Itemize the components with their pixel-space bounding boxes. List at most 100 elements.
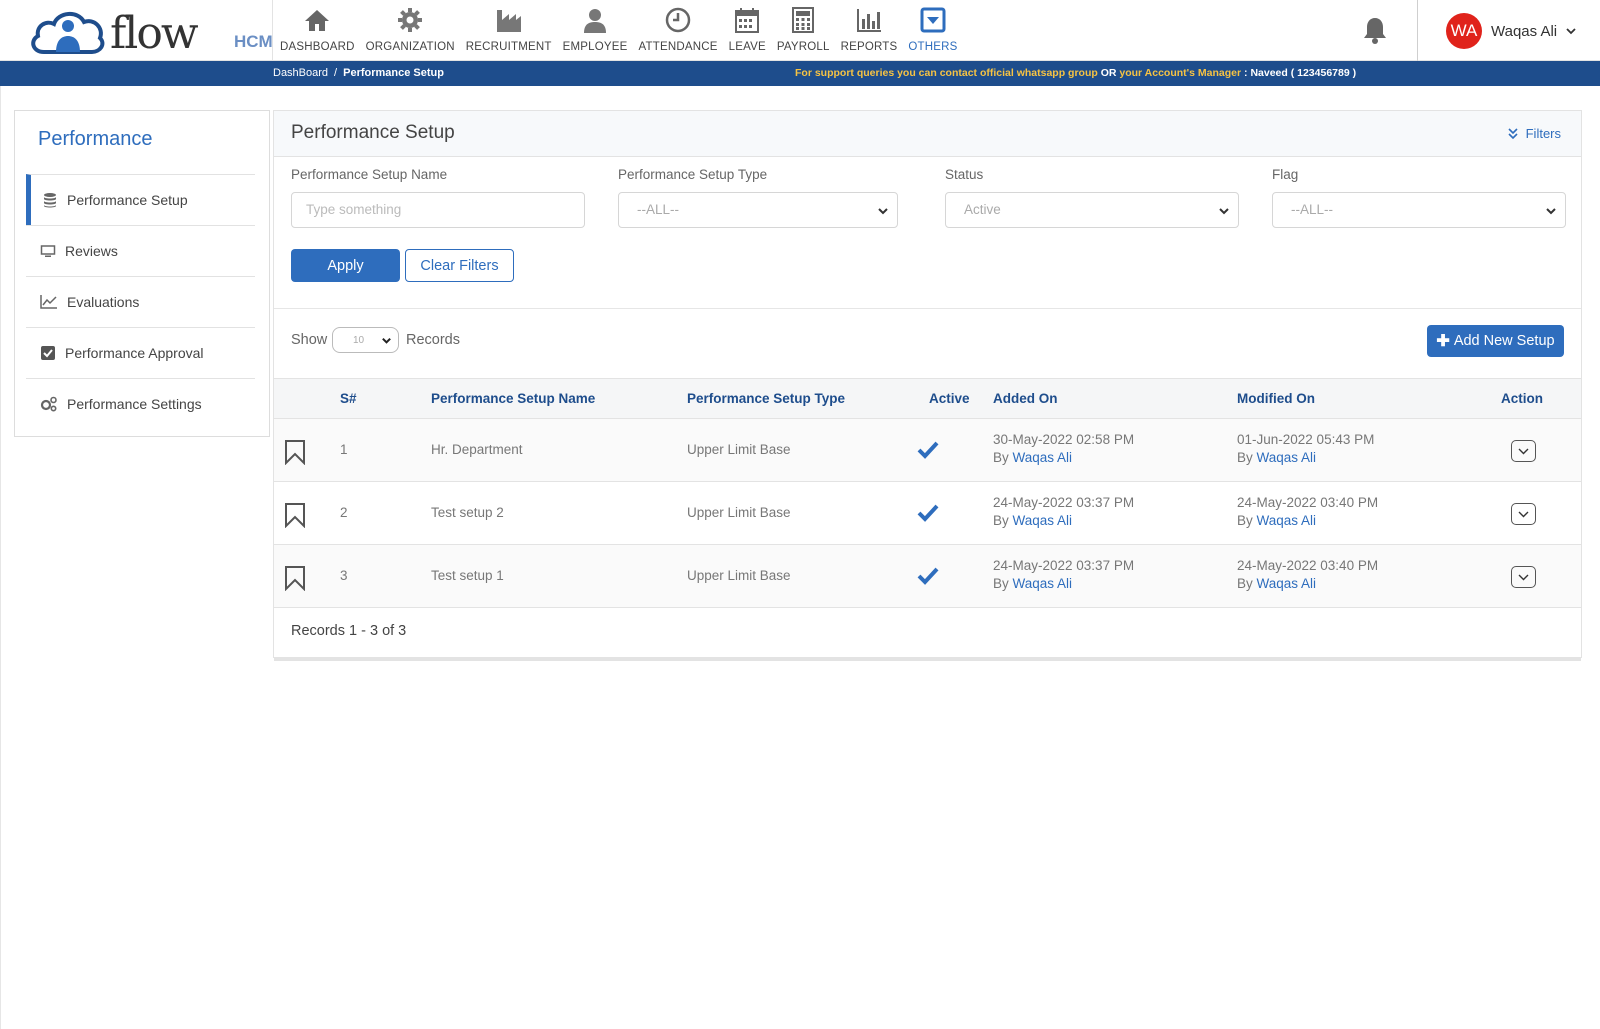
modified-date: 01-Jun-2022 05:43 PM <box>1237 432 1375 447</box>
flowhcm-logo[interactable]: flow HCM <box>26 4 273 59</box>
cell-modified-on: 01-Jun-2022 05:43 PM By Waqas Ali <box>1237 432 1374 465</box>
sidebar-title: Performance <box>38 128 153 150</box>
added-date: 24-May-2022 03:37 PM <box>993 495 1135 510</box>
avatar[interactable]: WA <box>1446 13 1482 49</box>
user-name[interactable]: Waqas Ali <box>1491 23 1557 40</box>
line-chart-icon <box>40 295 57 309</box>
column-header-sno[interactable]: S# <box>340 391 357 406</box>
column-header-active[interactable]: Active <box>929 391 970 406</box>
sidebar-item-reviews[interactable]: Reviews <box>26 225 255 276</box>
breadcrumb: DashBoard / Performance Setup <box>273 67 444 79</box>
column-header-added-on[interactable]: Added On <box>993 391 1058 406</box>
filters-label: Filters <box>1525 126 1561 141</box>
sidebar-item-label: Performance Settings <box>67 396 202 412</box>
cell-added-on: 24-May-2022 03:37 PM By Waqas Ali <box>993 495 1134 528</box>
cell-type: Upper Limit Base <box>687 442 791 457</box>
setup-type-value: --ALL-- <box>637 202 680 217</box>
row-action-button[interactable] <box>1511 503 1536 525</box>
column-header-name[interactable]: Performance Setup Name <box>431 391 595 406</box>
dropdown-box-icon <box>920 7 946 33</box>
row-action-button[interactable] <box>1511 566 1536 588</box>
support-text-1: For support queries you can contact offi… <box>795 67 1098 79</box>
bookmark-icon[interactable] <box>284 439 306 465</box>
sidebar-item-performance-approval[interactable]: Performance Approval <box>26 327 255 378</box>
person-icon <box>584 9 607 33</box>
show-label: Show <box>291 332 328 348</box>
sidebar-item-label: Evaluations <box>67 294 140 310</box>
logo-text: flow <box>110 8 199 59</box>
chevron-down-icon <box>1219 208 1229 215</box>
double-chevron-down-icon <box>1508 127 1518 139</box>
nav-item-leave[interactable]: LEAVE <box>729 0 766 60</box>
sidebar-item-performance-settings[interactable]: Performance Settings <box>26 378 255 429</box>
cell-sno: 3 <box>340 568 348 583</box>
calculator-icon <box>792 7 815 33</box>
gear-icon <box>398 8 423 32</box>
filters-toggle[interactable]: Filters <box>1507 126 1561 141</box>
sidebar-item-evaluations[interactable]: Evaluations <box>26 276 255 327</box>
support-or: OR <box>1100 67 1117 79</box>
cell-sno: 1 <box>340 442 348 457</box>
bar-chart-icon <box>856 9 881 32</box>
nav-label: DASHBOARD <box>280 41 355 53</box>
modified-by-link[interactable]: Waqas Ali <box>1257 450 1317 465</box>
nav-label: RECRUITMENT <box>465 41 552 53</box>
column-header-type[interactable]: Performance Setup Type <box>687 391 845 406</box>
bell-icon[interactable] <box>1362 16 1388 44</box>
page-title: Performance Setup <box>291 122 455 143</box>
panel-header: Performance Setup Filters <box>274 111 1581 157</box>
added-date: 24-May-2022 03:37 PM <box>993 558 1135 573</box>
row-action-button[interactable] <box>1511 440 1536 462</box>
factory-icon <box>496 10 521 32</box>
nav-item-dashboard[interactable]: DASHBOARD <box>280 0 355 60</box>
table-row: 3 Test setup 1 Upper Limit Base 24-May-2… <box>274 545 1581 608</box>
nav-label: ORGANIZATION <box>365 41 455 53</box>
setup-name-input[interactable]: Type something <box>291 192 585 228</box>
bookmark-icon[interactable] <box>284 502 306 528</box>
nav-item-recruitment[interactable]: RECRUITMENT <box>466 0 552 60</box>
nav-item-employee[interactable]: EMPLOYEE <box>563 0 628 60</box>
support-text-2: your Account's Manager <box>1119 67 1242 79</box>
panel-bottom-border <box>274 658 1581 661</box>
by-label: By <box>1237 513 1253 528</box>
gears-icon <box>40 396 57 412</box>
modified-by-link[interactable]: Waqas Ali <box>1257 513 1317 528</box>
modified-by-link[interactable]: Waqas Ali <box>1257 576 1317 591</box>
nav-item-payroll[interactable]: PAYROLL <box>777 0 830 60</box>
cell-modified-on: 24-May-2022 03:40 PM By Waqas Ali <box>1237 495 1378 528</box>
main-nav: DASHBOARD ORGANIZATION RECRUITMENT EMPLO… <box>280 0 969 60</box>
chevron-down-icon <box>382 337 391 344</box>
chevron-down-icon[interactable] <box>1565 25 1577 37</box>
added-by-link[interactable]: Waqas Ali <box>1013 450 1073 465</box>
page-size-select[interactable]: 10 <box>332 327 399 353</box>
nav-label: LEAVE <box>728 41 766 53</box>
nav-item-reports[interactable]: REPORTS <box>841 0 898 60</box>
nav-item-attendance[interactable]: ATTENDANCE <box>639 0 718 60</box>
table-header: S# Performance Setup Name Performance Se… <box>274 378 1581 419</box>
nav-item-organization[interactable]: ORGANIZATION <box>366 0 455 60</box>
checkmark-icon <box>917 441 939 459</box>
sidebar-item-performance-setup[interactable]: Performance Setup <box>26 174 255 225</box>
support-contact: : Naveed ( 123456789 ) <box>1244 67 1357 79</box>
add-new-setup-label: Add New Setup <box>1453 333 1555 349</box>
added-by-link[interactable]: Waqas Ali <box>1013 513 1073 528</box>
flag-select[interactable]: --ALL-- <box>1272 192 1566 228</box>
flag-label: Flag <box>1272 167 1299 182</box>
nav-label: PAYROLL <box>776 41 830 53</box>
page-edge <box>0 86 1 1029</box>
status-select[interactable]: Active <box>945 192 1239 228</box>
nav-item-others[interactable]: OTHERS <box>908 0 957 60</box>
top-navbar: flow HCM DASHBOARD ORGANIZATION RECRUITM… <box>0 0 1600 61</box>
apply-button[interactable]: Apply <box>291 249 400 282</box>
add-new-setup-button[interactable]: ✚ Add New Setup <box>1427 325 1564 357</box>
bookmark-icon[interactable] <box>284 565 306 591</box>
breadcrumb-separator: / <box>334 67 338 79</box>
setup-type-select[interactable]: --ALL-- <box>618 192 898 228</box>
table-body: 1 Hr. Department Upper Limit Base 30-May… <box>274 419 1581 608</box>
breadcrumb-dashboard-link[interactable]: DashBoard <box>273 67 328 79</box>
clear-filters-button[interactable]: Clear Filters <box>405 249 514 282</box>
by-label: By <box>993 513 1009 528</box>
column-header-modified-on[interactable]: Modified On <box>1237 391 1315 406</box>
column-header-action: Action <box>1501 391 1543 406</box>
added-by-link[interactable]: Waqas Ali <box>1013 576 1073 591</box>
